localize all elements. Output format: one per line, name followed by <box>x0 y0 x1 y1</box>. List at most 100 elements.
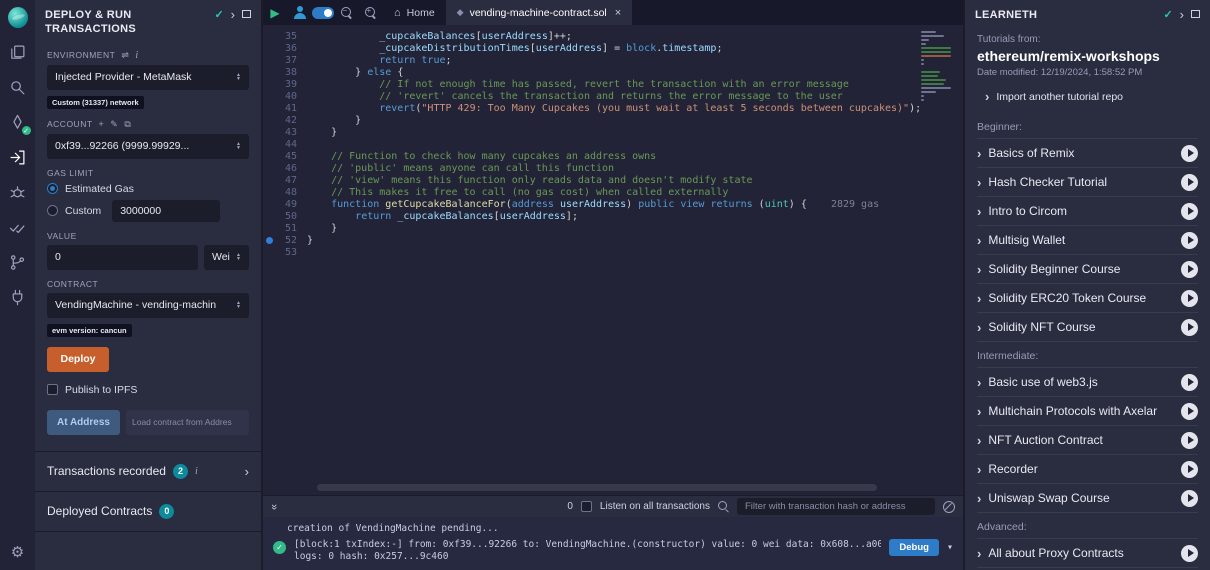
tutorial-item[interactable]: ›Multisig Wallet <box>977 226 1198 255</box>
value-input[interactable] <box>47 245 198 270</box>
at-address-input[interactable] <box>126 410 249 435</box>
copy-account-icon[interactable]: ⧉ <box>124 119 131 130</box>
code-editor[interactable]: 35 _cupcakeBalances[userAddress]++;36 _c… <box>263 25 963 495</box>
play-icon[interactable] <box>1181 319 1198 336</box>
transactions-info-icon[interactable]: i <box>195 466 198 477</box>
play-icon[interactable] <box>1181 145 1198 162</box>
line-number[interactable]: 44 <box>263 139 307 151</box>
deploy-button[interactable]: Deploy <box>47 347 109 372</box>
code-line[interactable]: 43 } <box>263 127 963 139</box>
play-icon[interactable] <box>1181 174 1198 191</box>
deployed-contracts-row[interactable]: Deployed Contracts 0 <box>35 491 261 532</box>
add-account-icon[interactable]: + <box>99 119 105 129</box>
chevron-right-icon[interactable]: › <box>245 464 249 479</box>
environment-fork-icon[interactable]: ⇌ <box>121 50 129 61</box>
filter-input[interactable] <box>737 498 935 515</box>
minimap[interactable] <box>921 31 953 107</box>
environment-info-icon[interactable]: i <box>135 50 138 61</box>
tutorial-item[interactable]: ›Solidity NFT Course <box>977 313 1198 342</box>
tutorial-item[interactable]: ›Recorder <box>977 455 1198 484</box>
line-number[interactable]: 39 <box>263 79 307 91</box>
plugin-manager-icon[interactable] <box>8 287 28 307</box>
line-number[interactable]: 46 <box>263 163 307 175</box>
code-line[interactable]: 51 } <box>263 223 963 235</box>
line-number[interactable]: 40 <box>263 91 307 103</box>
code-line[interactable]: 50 return _cupcakeBalances[userAddress]; <box>263 211 963 223</box>
tutorial-item[interactable]: ›Intro to Circom <box>977 197 1198 226</box>
line-number[interactable]: 49 <box>263 199 307 211</box>
code-line[interactable]: 48 // This makes it free to call (no gas… <box>263 187 963 199</box>
settings-icon[interactable]: ⚙ <box>8 542 28 562</box>
zoom-out-icon[interactable]: − <box>335 0 359 25</box>
code-line[interactable]: 37 return true; <box>263 55 963 67</box>
run-script-icon[interactable]: ▶ <box>263 0 287 25</box>
publish-ipfs-checkbox[interactable] <box>47 384 58 395</box>
tutorial-item[interactable]: ›Multichain Protocols with Axelar <box>977 397 1198 426</box>
code-line[interactable]: 40 // 'revert' cancels the transaction a… <box>263 91 963 103</box>
panel-popout-icon[interactable] <box>242 10 251 18</box>
terminal-expand-icon[interactable]: » <box>268 503 280 509</box>
panel-collapse-icon[interactable]: › <box>1180 8 1184 21</box>
estimated-gas-option[interactable]: Estimated Gas <box>47 183 249 195</box>
tab-file[interactable]: ◆ vending-machine-contract.sol × <box>446 0 633 25</box>
play-icon[interactable] <box>1181 203 1198 220</box>
custom-gas-option[interactable]: Custom <box>47 200 249 222</box>
code-line[interactable]: 42 } <box>263 115 963 127</box>
play-icon[interactable] <box>1181 232 1198 249</box>
play-icon[interactable] <box>1181 545 1198 562</box>
publish-profile-icon[interactable] <box>287 0 311 25</box>
line-number[interactable]: 48 <box>263 187 307 199</box>
play-icon[interactable] <box>1181 432 1198 449</box>
tutorial-item[interactable]: ›Hash Checker Tutorial <box>977 168 1198 197</box>
tutorial-item[interactable]: ›Basics of Remix <box>977 139 1198 168</box>
tutorial-item[interactable]: ›All about Proxy Contracts <box>977 539 1198 568</box>
editor-toggle[interactable] <box>311 0 335 25</box>
tutorial-item[interactable]: ›Solidity ERC20 Token Course <box>977 284 1198 313</box>
line-number[interactable]: 50 <box>263 211 307 223</box>
line-number[interactable]: 53 <box>263 247 307 259</box>
debug-button[interactable]: Debug <box>889 539 939 556</box>
code-line[interactable]: 49 function getCupcakeBalanceFor(address… <box>263 199 963 211</box>
code-line[interactable]: 44 <box>263 139 963 151</box>
play-icon[interactable] <box>1181 403 1198 420</box>
code-line[interactable]: 45 // Function to check how many cupcake… <box>263 151 963 163</box>
play-icon[interactable] <box>1181 290 1198 307</box>
deploy-run-icon[interactable] <box>8 147 28 167</box>
contract-select[interactable]: VendingMachine - vending-machin ▲▼ <box>47 293 249 318</box>
line-number[interactable]: 43 <box>263 127 307 139</box>
tutorial-item[interactable]: ›NFT Auction Contract <box>977 426 1198 455</box>
play-icon[interactable] <box>1181 490 1198 507</box>
line-number[interactable]: 36 <box>263 43 307 55</box>
line-number[interactable]: 47 <box>263 175 307 187</box>
tutorial-item[interactable]: ›Uniswap Swap Course <box>977 484 1198 513</box>
code-line[interactable]: 46 // 'public' means anyone can call thi… <box>263 163 963 175</box>
tutorial-item[interactable]: ›Solidity Beginner Course <box>977 255 1198 284</box>
git-icon[interactable] <box>8 252 28 272</box>
line-number[interactable]: 42 <box>263 115 307 127</box>
solidity-compiler-icon[interactable]: ✓ <box>8 112 28 132</box>
line-number[interactable]: 45 <box>263 151 307 163</box>
value-unit-select[interactable]: Wei ▲▼ <box>204 245 249 270</box>
code-line[interactable]: 47 // 'view' means this function only re… <box>263 175 963 187</box>
line-number[interactable]: 38 <box>263 67 307 79</box>
code-line[interactable]: 41 revert("HTTP 429: Too Many Cupcakes (… <box>263 103 963 115</box>
publish-ipfs-option[interactable]: Publish to IPFS <box>47 384 249 396</box>
line-number[interactable]: 35 <box>263 31 307 43</box>
horizontal-scrollbar[interactable] <box>317 484 877 491</box>
zoom-in-icon[interactable]: + <box>359 0 383 25</box>
unit-testing-icon[interactable] <box>8 217 28 237</box>
transaction-log-entry[interactable]: ✓ [block:1 txIndex:-] from: 0xf39...9226… <box>273 539 953 563</box>
file-explorer-icon[interactable] <box>8 42 28 62</box>
code-line[interactable]: 53 <box>263 247 963 259</box>
sign-message-icon[interactable]: ✎ <box>110 119 118 130</box>
panel-collapse-icon[interactable]: › <box>231 8 235 21</box>
play-icon[interactable] <box>1181 261 1198 278</box>
play-icon[interactable] <box>1181 461 1198 478</box>
code-line[interactable]: 36 _cupcakeDistributionTimes[userAddress… <box>263 43 963 55</box>
breakpoint-dot[interactable] <box>266 237 273 244</box>
play-icon[interactable] <box>1181 374 1198 391</box>
code-line[interactable]: 38 } else { <box>263 67 963 79</box>
tab-home[interactable]: ⌂ Home <box>383 0 446 25</box>
at-address-button[interactable]: At Address <box>47 410 120 435</box>
close-tab-icon[interactable]: × <box>615 7 621 19</box>
